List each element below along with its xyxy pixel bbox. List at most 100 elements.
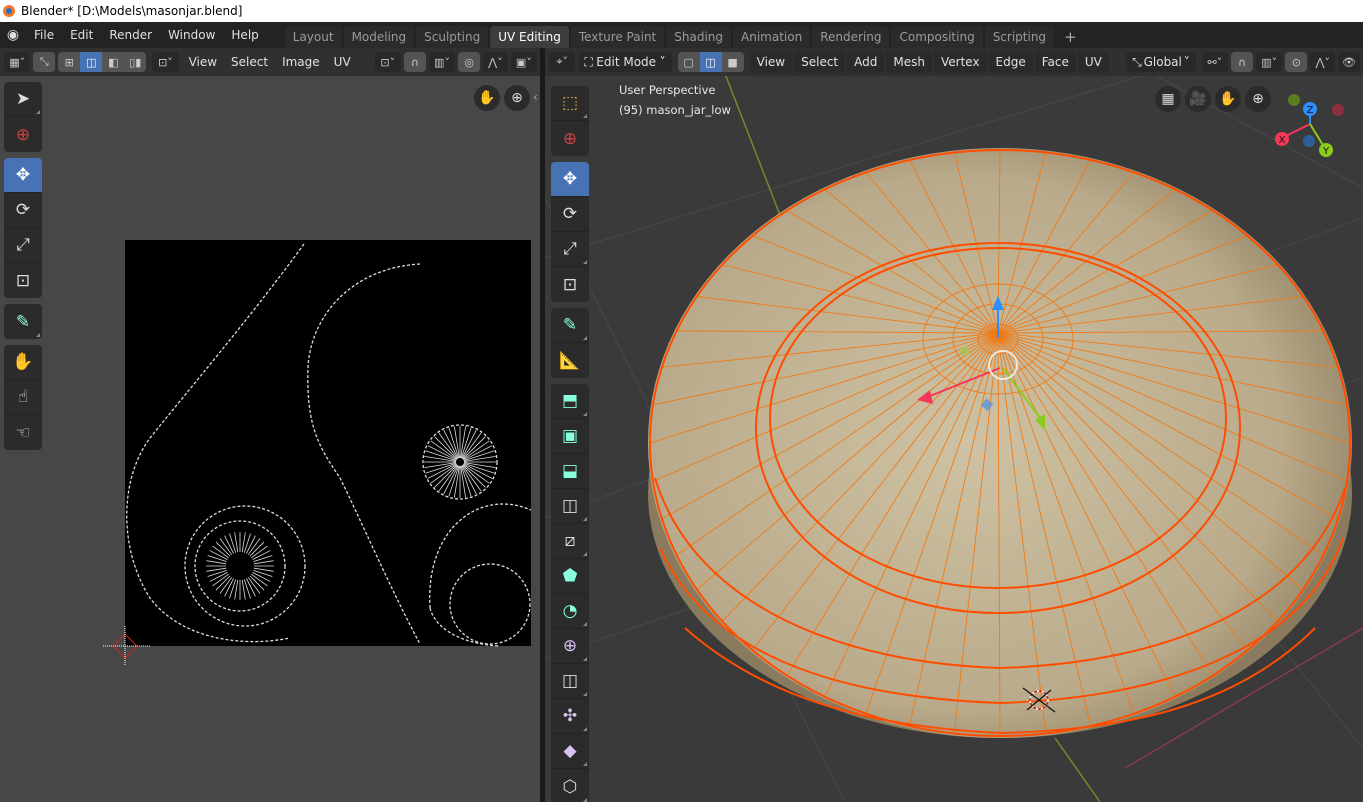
rotate-tool[interactable]: ⟳	[551, 197, 589, 232]
sticky-selection-dropdown[interactable]: ⊡˅	[152, 52, 179, 72]
cursor-tool[interactable]: ⊕	[551, 121, 589, 156]
toggle-ortho-button[interactable]: ▦	[1155, 86, 1181, 112]
add-workspace-button[interactable]: +	[1056, 26, 1085, 48]
edge-select-mode-icon[interactable]: ◫	[699, 52, 722, 72]
viewport-menu-add[interactable]: Add	[847, 51, 885, 73]
falloff-dropdown[interactable]: ⋀˅	[483, 52, 508, 72]
proportional-editing-icon[interactable]: ⊙	[1285, 52, 1308, 72]
tab-sculpting[interactable]: Sculpting	[416, 26, 489, 48]
menu-render[interactable]: Render	[101, 28, 160, 42]
uv-menu-image[interactable]: Image	[275, 51, 327, 73]
gizmo-neg-y-ball[interactable]	[1288, 94, 1300, 106]
menu-help[interactable]: Help	[223, 28, 266, 42]
viewport-menu-select[interactable]: Select	[794, 51, 846, 73]
uv-menu-view[interactable]: View	[182, 51, 224, 73]
rotate-tool[interactable]: ⟳	[4, 193, 42, 228]
proportional-edit-icon[interactable]: ◎	[458, 52, 481, 72]
sidebar-toggle-icon[interactable]: ‹	[533, 90, 538, 104]
tab-compositing[interactable]: Compositing	[891, 26, 983, 48]
bevel-tool[interactable]: ⬓	[551, 454, 589, 489]
menu-window[interactable]: Window	[160, 28, 223, 42]
pivot-point-dropdown[interactable]: ⊡˅	[374, 52, 401, 72]
extrude-tool[interactable]: ⬒	[551, 384, 589, 419]
mode-dropdown[interactable]: ⛶ Edit Mode ˅	[578, 52, 672, 72]
edge-select-icon[interactable]: ◫	[80, 52, 103, 72]
move-tool[interactable]: ✥	[4, 158, 42, 193]
snap-element-dropdown[interactable]: ▥˅	[1256, 52, 1283, 72]
snap-toggle-icon[interactable]: ∩	[403, 52, 426, 72]
tab-modeling[interactable]: Modeling	[343, 26, 415, 48]
edge-slide-tool[interactable]: ◫	[551, 664, 589, 699]
viewport-menu-mesh[interactable]: Mesh	[886, 51, 932, 73]
shrink-fatten-tool[interactable]: ✣	[551, 699, 589, 734]
select-box-tool[interactable]: ⬚	[551, 86, 589, 121]
spin-tool[interactable]: ◔	[551, 594, 589, 629]
editor-type-button[interactable]: ▦˅	[4, 52, 31, 72]
viewport-menu-face[interactable]: Face	[1034, 51, 1076, 73]
scale-tool[interactable]: ⤢	[551, 232, 589, 267]
transform-orientation-dropdown[interactable]: ⤡ Global ˅	[1126, 52, 1196, 72]
vertex-select-mode-icon[interactable]: ▢	[677, 52, 700, 72]
uv-spoke	[219, 577, 233, 594]
gizmo-neg-x-ball[interactable]	[1332, 104, 1344, 116]
vertex-select-icon[interactable]: ⊞	[58, 52, 81, 72]
tab-uv-editing[interactable]: UV Editing	[490, 26, 569, 48]
uv-menu-select[interactable]: Select	[224, 51, 275, 73]
measure-tool[interactable]: 📐	[551, 343, 589, 378]
snap-toggle-icon[interactable]: ∩	[1231, 52, 1254, 72]
relax-tool[interactable]: ☝	[4, 380, 42, 415]
snap-target-dropdown[interactable]: ▥˅	[428, 52, 456, 72]
uv-spoke	[430, 464, 457, 484]
blender-menu-icon[interactable]: ◉	[0, 27, 26, 43]
tab-layout[interactable]: Layout	[284, 26, 342, 48]
rip-tool[interactable]: ⬡	[551, 769, 589, 802]
camera-view-button[interactable]: 🎥	[1185, 86, 1211, 112]
pinch-tool[interactable]: ☜	[4, 415, 42, 450]
pivot-dropdown[interactable]: ⚯˅	[1201, 52, 1229, 72]
pan-view-button[interactable]: ✋	[1215, 86, 1241, 112]
transform-tool[interactable]: ⊡	[551, 267, 589, 302]
knife-tool[interactable]: ⧄	[551, 524, 589, 559]
inset-tool[interactable]: ▣	[551, 419, 589, 454]
zoom-view-button[interactable]: ⊕	[504, 85, 530, 111]
tab-rendering[interactable]: Rendering	[812, 26, 890, 48]
select-tweak-tool[interactable]: ➤	[4, 82, 42, 117]
scale-tool[interactable]: ⤢	[4, 228, 42, 263]
face-select-mode-icon[interactable]: ■	[721, 52, 744, 72]
cursor-tool[interactable]: ⊕	[4, 117, 42, 152]
viewport-menu-vertex[interactable]: Vertex	[933, 51, 987, 73]
image-browse-dropdown[interactable]: ▣˅	[510, 52, 538, 72]
annotate-tool[interactable]: ✎	[551, 308, 589, 343]
viewport-menu-edge[interactable]: Edge	[988, 51, 1033, 73]
proportional-falloff-dropdown[interactable]: ⋀˅	[1310, 52, 1336, 72]
tab-texture-paint[interactable]: Texture Paint	[570, 26, 665, 48]
zoom-view-button[interactable]: ⊕	[1245, 86, 1271, 112]
sync-selection-toggle[interactable]: ⤡	[33, 52, 56, 72]
tab-animation[interactable]: Animation	[733, 26, 811, 48]
poly-build-tool[interactable]: ⬟	[551, 559, 589, 594]
tab-shading[interactable]: Shading	[666, 26, 731, 48]
uv-spoke	[241, 579, 246, 600]
viewport-menu-view[interactable]: View	[749, 51, 793, 73]
uv-spoke	[463, 455, 496, 462]
menu-edit[interactable]: Edit	[62, 28, 101, 42]
move-tool[interactable]: ✥	[551, 162, 589, 197]
menu-file[interactable]: File	[26, 28, 62, 42]
uv-menu-uv[interactable]: UV	[327, 51, 358, 73]
smooth-tool[interactable]: ⊕	[551, 629, 589, 664]
viewport-menu-uv[interactable]: UV	[1077, 51, 1109, 73]
gizmo-neg-z-ball[interactable]	[1303, 135, 1315, 147]
pan-view-button[interactable]: ✋	[474, 85, 500, 111]
annotate-tool[interactable]: ✎	[4, 304, 42, 339]
rip-icon: ⬡	[562, 776, 578, 797]
shear-tool[interactable]: ◆	[551, 734, 589, 769]
object-visibility-icon[interactable]: 👁	[1338, 52, 1361, 72]
grab-tool[interactable]: ✋	[4, 345, 42, 380]
loop-cut-tool[interactable]: ◫	[551, 489, 589, 524]
tab-scripting[interactable]: Scripting	[984, 26, 1055, 48]
face-select-icon[interactable]: ◧	[102, 52, 125, 72]
viewport-editor-type-button[interactable]: ⌖˅	[549, 52, 576, 72]
navigation-gizmo[interactable]: Z X Y	[1270, 88, 1360, 168]
island-select-icon[interactable]: ▯▮	[124, 52, 147, 72]
transform-tool[interactable]: ⊡	[4, 263, 42, 298]
